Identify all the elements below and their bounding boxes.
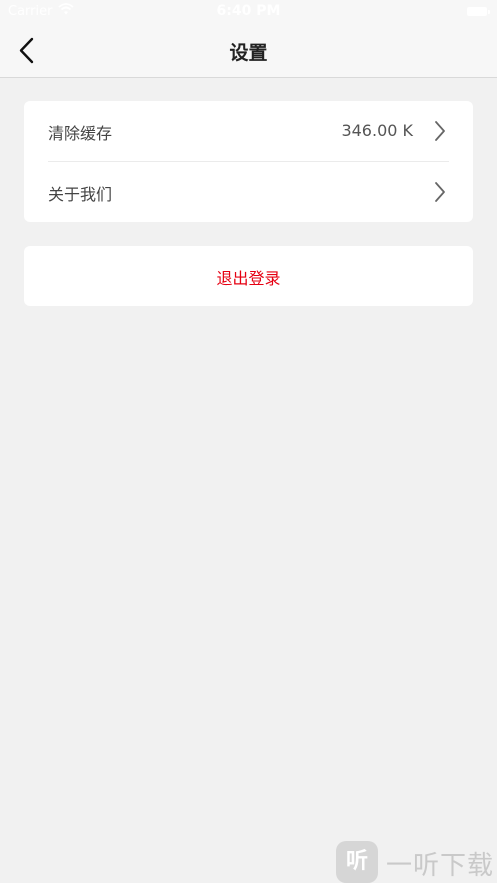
watermark-logo: 听 bbox=[336, 841, 378, 883]
watermark-text: 一听下载 bbox=[386, 851, 495, 881]
logout-button[interactable]: 退出登录 bbox=[24, 246, 473, 306]
chevron-right-icon bbox=[435, 121, 445, 141]
cache-size-value: 346.00 K bbox=[341, 121, 413, 140]
status-time: 6:40 PM bbox=[216, 3, 281, 19]
clear-cache-label: 清除缓存 bbox=[48, 124, 113, 143]
chevron-right-icon bbox=[435, 182, 445, 202]
page-title: 设置 bbox=[229, 42, 268, 64]
back-button[interactable] bbox=[14, 36, 46, 66]
status-bar: Carrier 6:40 PM bbox=[0, 0, 497, 24]
watermark: 听 一听下载 bbox=[336, 838, 497, 883]
about-us-label: 关于我们 bbox=[48, 185, 113, 204]
about-us-row[interactable]: 关于我们 bbox=[24, 162, 473, 222]
logout-label: 退出登录 bbox=[216, 269, 281, 288]
settings-card: 清除缓存 346.00 K 关于我们 bbox=[24, 101, 473, 222]
battery-icon bbox=[467, 7, 490, 16]
navigation-bar: 设置 bbox=[0, 24, 497, 78]
chevron-left-icon bbox=[19, 37, 34, 64]
clear-cache-row[interactable]: 清除缓存 346.00 K bbox=[24, 101, 473, 161]
